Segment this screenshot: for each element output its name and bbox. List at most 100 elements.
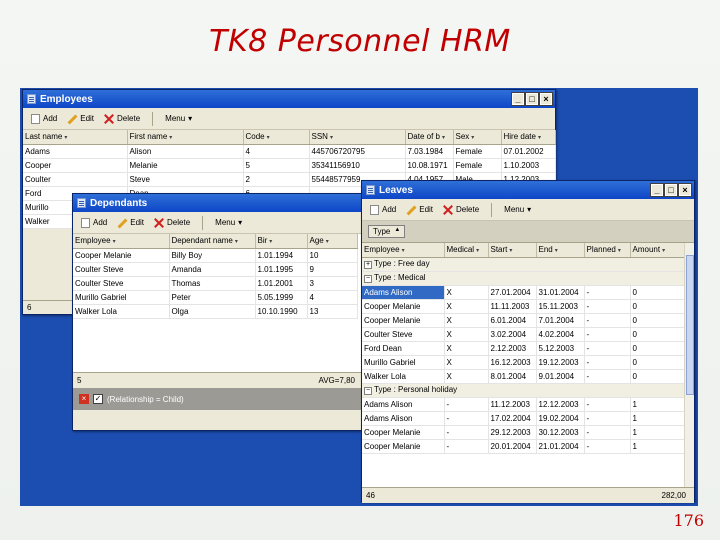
table-row[interactable]: Coulter Steve X 3.02.2004 4.02.2004-0 (362, 327, 685, 342)
add-label: Add (93, 218, 108, 227)
filter-dropdown-icon[interactable]: ▾ (538, 134, 541, 141)
table-cell: 5.05.1999 (255, 290, 308, 305)
expand-icon[interactable]: + (364, 261, 372, 269)
filter-dropdown-icon[interactable]: ▾ (442, 134, 445, 141)
filter-dropdown-icon[interactable]: ▾ (476, 247, 479, 254)
table-row[interactable]: Cooper Melanie -20.01.2004 21.01.2004-1 (362, 439, 685, 454)
group-row[interactable]: − Type : Medical (362, 271, 685, 286)
dependants-titlebar[interactable]: Dependants (73, 194, 365, 212)
menu-button[interactable]: Menu ▾ (163, 113, 194, 124)
collapse-icon[interactable]: − (364, 387, 372, 395)
column-header[interactable]: Medical ▾ (444, 243, 489, 258)
minimize-button[interactable]: _ (511, 92, 525, 106)
column-header[interactable]: Age ▾ (307, 234, 358, 249)
table-cell: 3 (307, 276, 358, 291)
group-row[interactable]: − Type : Personal holiday (362, 383, 685, 398)
table-cell: 13 (307, 304, 358, 319)
filter-dropdown-icon[interactable]: ▾ (471, 134, 474, 141)
table-row[interactable]: Adams Alison X 27.01.2004 31.01.2004-0 (362, 285, 685, 300)
group-by-chip[interactable]: Type ▲ (368, 225, 406, 238)
column-header[interactable]: Hire date ▾ (501, 130, 556, 145)
column-header-label: Bir (257, 236, 268, 246)
menu-button[interactable]: Menu ▾ (502, 204, 533, 215)
column-header[interactable]: Dependant name ▾ (169, 234, 256, 249)
group-cell: − Type : Personal holiday (362, 383, 685, 398)
column-header[interactable]: Employee ▾ (73, 234, 170, 249)
minimize-button[interactable]: _ (650, 183, 664, 197)
maximize-button[interactable]: □ (664, 183, 678, 197)
table-cell: 1.01.2001 (255, 276, 308, 291)
close-button[interactable]: × (678, 183, 692, 197)
filter-dropdown-icon[interactable]: ▾ (330, 134, 333, 141)
filter-dropdown-icon[interactable]: ▾ (113, 238, 116, 245)
column-header[interactable]: Planned ▾ (584, 243, 631, 258)
filter-dropdown-icon[interactable]: ▾ (269, 238, 272, 245)
table-row[interactable]: Cooper Melanie Billy Boy 1.01.1994 10 (73, 248, 358, 263)
column-header[interactable]: Bir ▾ (255, 234, 308, 249)
group-row[interactable]: + Type : Free day (362, 257, 685, 272)
table-row[interactable]: Cooper Melanie X 11.11.2003 15.11.2003-0 (362, 299, 685, 314)
column-header[interactable]: Sex ▾ (453, 130, 502, 145)
employees-titlebar[interactable]: Employees _ □ × (23, 90, 555, 108)
leaves-titlebar[interactable]: Leaves _ □ × (362, 181, 694, 199)
add-button[interactable]: Add (368, 204, 398, 216)
table-row[interactable]: Cooper Melanie -29.12.2003 30.12.2003-1 (362, 425, 685, 440)
clear-filter-icon[interactable]: × (79, 394, 89, 404)
filter-dropdown-icon[interactable]: ▾ (267, 134, 270, 141)
table-row[interactable]: Ford Dean X 2.12.2003 5.12.2003-0 (362, 341, 685, 356)
close-button[interactable]: × (539, 92, 553, 106)
table-row[interactable]: Adams Alison -11.12.2003 12.12.2003-1 (362, 397, 685, 412)
edit-button[interactable]: Edit (404, 204, 435, 216)
menu-button[interactable]: Menu ▾ (213, 217, 244, 228)
table-cell: - (584, 439, 631, 454)
filter-dropdown-icon[interactable]: ▾ (509, 247, 512, 254)
column-header[interactable]: First name ▾ (127, 130, 244, 145)
maximize-button[interactable]: □ (525, 92, 539, 106)
filter-dropdown-icon[interactable]: ▾ (169, 134, 172, 141)
leaves-grid: Employee ▾ Medical ▾ Start ▾ End ▾ Planned ▾ Amoun… (362, 243, 685, 454)
table-cell: Adams Alison (362, 411, 445, 426)
filter-dropdown-icon[interactable]: ▾ (618, 247, 621, 254)
edit-button[interactable]: Edit (115, 217, 146, 229)
filter-dropdown-icon[interactable]: ▾ (555, 247, 558, 254)
table-row[interactable]: Cooper Melanie X 6.01.2004 7.01.2004-0 (362, 313, 685, 328)
collapse-icon[interactable]: − (364, 275, 372, 283)
column-header[interactable]: Employee ▾ (362, 243, 445, 258)
edit-button[interactable]: Edit (65, 113, 96, 125)
delete-button[interactable]: Delete (152, 217, 192, 229)
filter-enabled-checkbox[interactable]: ✓ (93, 394, 103, 404)
table-row[interactable]: Murillo Gabriel Peter 5.05.1999 4 (73, 290, 358, 305)
table-row[interactable]: Murillo Gabriel X 16.12.2003 19.12.2003-0 (362, 355, 685, 370)
column-header[interactable]: Date of b ▾ (405, 130, 454, 145)
filter-dropdown-icon[interactable]: ▾ (662, 247, 665, 254)
table-row[interactable]: Cooper Melanie 5 35341156910 10.08.1971 Femal… (23, 158, 556, 173)
delete-button[interactable]: Delete (441, 204, 481, 216)
delete-button[interactable]: Delete (102, 113, 142, 125)
table-row[interactable]: Walker Lola Olga 10.10.1990 13 (73, 304, 358, 319)
table-row[interactable]: Adams Alison 4 445706720795 7.03.1984 Female 0… (23, 144, 556, 159)
column-header[interactable]: Last name ▾ (23, 130, 128, 145)
table-cell: Melanie (127, 158, 244, 173)
filter-dropdown-icon[interactable]: ▾ (326, 238, 329, 245)
table-cell: 11.12.2003 (488, 397, 537, 412)
column-header[interactable]: Start ▾ (488, 243, 537, 258)
column-header[interactable]: End ▾ (536, 243, 585, 258)
add-button[interactable]: Add (79, 217, 109, 229)
filter-dropdown-icon[interactable]: ▾ (235, 238, 238, 245)
column-header[interactable]: Amount ▾ (630, 243, 685, 258)
table-row[interactable]: Walker Lola X 8.01.2004 9.01.2004-0 (362, 369, 685, 384)
filter-dropdown-icon[interactable]: ▾ (64, 134, 67, 141)
vertical-scrollbar[interactable] (684, 243, 694, 487)
column-header[interactable]: SSN ▾ (309, 130, 406, 145)
table-cell: Cooper Melanie (362, 425, 445, 440)
scrollbar-thumb[interactable] (686, 255, 694, 395)
table-cell: 0 (630, 313, 685, 328)
table-row[interactable]: Adams Alison -17.02.2004 19.02.2004-1 (362, 411, 685, 426)
table-row[interactable]: Coulter Steve Thomas 1.01.2001 3 (73, 276, 358, 291)
add-button[interactable]: Add (29, 113, 59, 125)
filter-dropdown-icon[interactable]: ▾ (402, 247, 405, 254)
table-cell: Adams Alison (362, 397, 445, 412)
column-header[interactable]: Code ▾ (243, 130, 310, 145)
page-number: 176 (673, 511, 704, 530)
table-row[interactable]: Coulter Steve Amanda 1.01.1995 9 (73, 262, 358, 277)
